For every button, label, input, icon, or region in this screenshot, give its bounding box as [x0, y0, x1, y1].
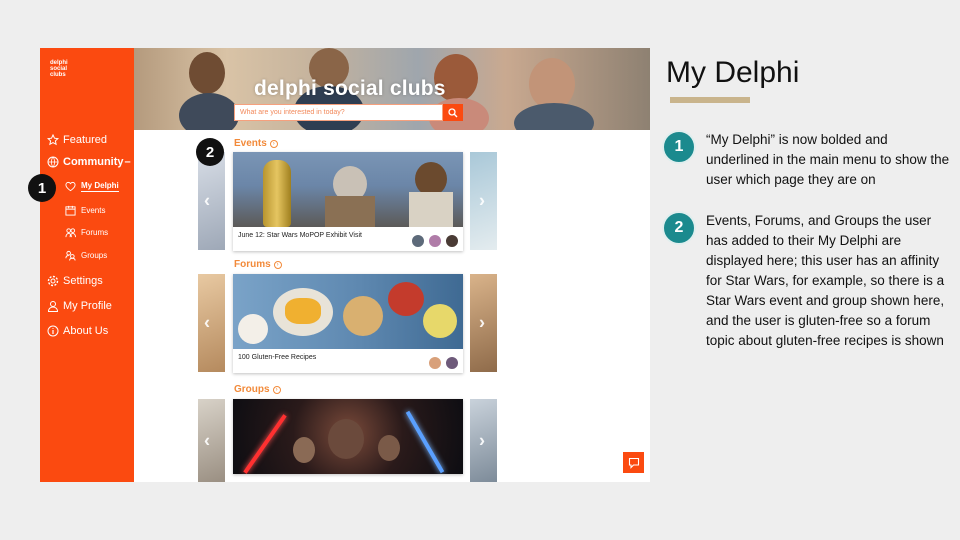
prev-card-peek[interactable]: ‹	[198, 152, 225, 250]
section-title-label: Groups	[234, 384, 270, 395]
sidebar-item-label: Events	[81, 206, 106, 215]
forum-card[interactable]: 100 Gluten-Free Recipes	[233, 274, 463, 373]
note-number-badge: 2	[662, 211, 696, 245]
note-2: 2 Events, Forums, and Groups the user ha…	[662, 211, 952, 351]
chevron-right-icon: ›	[479, 312, 485, 333]
member-avatars	[411, 234, 459, 248]
gear-icon	[47, 275, 59, 287]
chevron-left-icon: ‹	[204, 312, 210, 333]
sidebar-item-label: My Delphi	[81, 181, 119, 192]
chat-icon	[628, 457, 639, 469]
group-card-image	[233, 399, 463, 474]
note-number-badge: 1	[662, 130, 696, 164]
forums-section-title[interactable]: Forums ›	[234, 259, 282, 270]
sidebar-item-label: Featured	[63, 134, 108, 146]
sidebar-item-label: Groups	[81, 251, 108, 260]
sidebar: delphi social clubs Featured Community –…	[40, 48, 134, 482]
note-text: “My Delphi” is now bolded and underlined…	[706, 132, 950, 187]
sidebar-item-label: Forums	[81, 228, 109, 237]
chevron-right-icon: ›	[479, 190, 485, 211]
heart-icon	[65, 181, 76, 192]
sidebar-item-label: About Us	[63, 325, 109, 337]
sidebar-item-featured[interactable]: Featured	[47, 134, 107, 146]
arrow-right-icon: ›	[272, 385, 281, 394]
section-title-label: Forums	[234, 259, 271, 270]
next-card-peek[interactable]: ›	[470, 274, 497, 372]
logo-line: clubs	[50, 72, 66, 78]
arrow-right-icon: ›	[269, 139, 278, 148]
forum-card-image	[233, 274, 463, 349]
groups-section-title[interactable]: Groups ›	[234, 384, 281, 395]
sidebar-item-settings[interactable]: Settings	[47, 275, 103, 287]
group-card[interactable]	[233, 399, 463, 474]
people-icon	[65, 227, 76, 238]
avatar	[445, 356, 459, 370]
prev-card-peek[interactable]: ‹	[198, 399, 225, 482]
sidebar-item-about-us[interactable]: About Us	[47, 325, 108, 337]
note-text: Events, Forums, and Groups the user has …	[706, 213, 945, 348]
chevron-left-icon: ‹	[204, 430, 210, 450]
callout-badge-2: 2	[196, 138, 224, 166]
event-card-image	[233, 152, 463, 227]
member-avatars	[428, 356, 459, 370]
sidebar-item-events[interactable]: Events	[65, 205, 105, 216]
app-mockup: delphi social clubs Featured Community –…	[40, 48, 650, 482]
search-button[interactable]	[443, 104, 463, 121]
calendar-icon	[65, 205, 76, 216]
events-section-title[interactable]: Events ›	[234, 138, 278, 149]
avatar	[428, 356, 442, 370]
next-card-peek[interactable]: ›	[470, 152, 497, 250]
sidebar-item-label: Settings	[63, 275, 103, 287]
prev-card-peek[interactable]: ‹	[198, 274, 225, 372]
avatar	[428, 234, 442, 248]
sidebar-item-label: Community	[63, 156, 124, 168]
sidebar-item-forums[interactable]: Forums	[65, 227, 108, 238]
event-card[interactable]: June 12: Star Wars MoPOP Exhibit Visit	[233, 152, 463, 251]
hero-banner: delphi social clubs What are you interes…	[134, 48, 650, 130]
group-icon	[65, 250, 76, 261]
sidebar-item-groups[interactable]: Groups	[65, 250, 107, 261]
star-icon	[47, 134, 59, 146]
chevron-left-icon: ‹	[204, 190, 210, 211]
info-icon	[47, 325, 59, 337]
globe-icon	[47, 156, 59, 168]
sidebar-item-my-delphi[interactable]: My Delphi	[65, 181, 119, 192]
sidebar-item-label: My Profile	[63, 300, 112, 312]
title-underline	[670, 97, 750, 103]
chevron-down-icon: –	[124, 156, 131, 168]
chat-button[interactable]	[623, 452, 644, 473]
user-icon	[47, 300, 59, 312]
search-icon	[448, 107, 458, 117]
note-1: 1 “My Delphi” is now bolded and underlin…	[662, 130, 952, 190]
panel-title: My Delphi	[666, 56, 800, 89]
callout-badge-1: 1	[28, 174, 56, 202]
hero-title: delphi social clubs	[254, 77, 446, 100]
sidebar-item-community[interactable]: Community –	[47, 156, 131, 168]
avatar	[445, 234, 459, 248]
next-card-peek[interactable]: ›	[470, 399, 497, 482]
avatar	[411, 234, 425, 248]
search-input[interactable]: What are you interested in today?	[234, 104, 443, 121]
chevron-right-icon: ›	[479, 430, 485, 450]
sidebar-item-my-profile[interactable]: My Profile	[47, 300, 112, 312]
logo[interactable]: delphi social clubs	[50, 60, 80, 78]
section-title-label: Events	[234, 138, 267, 149]
arrow-right-icon: ›	[273, 260, 282, 269]
